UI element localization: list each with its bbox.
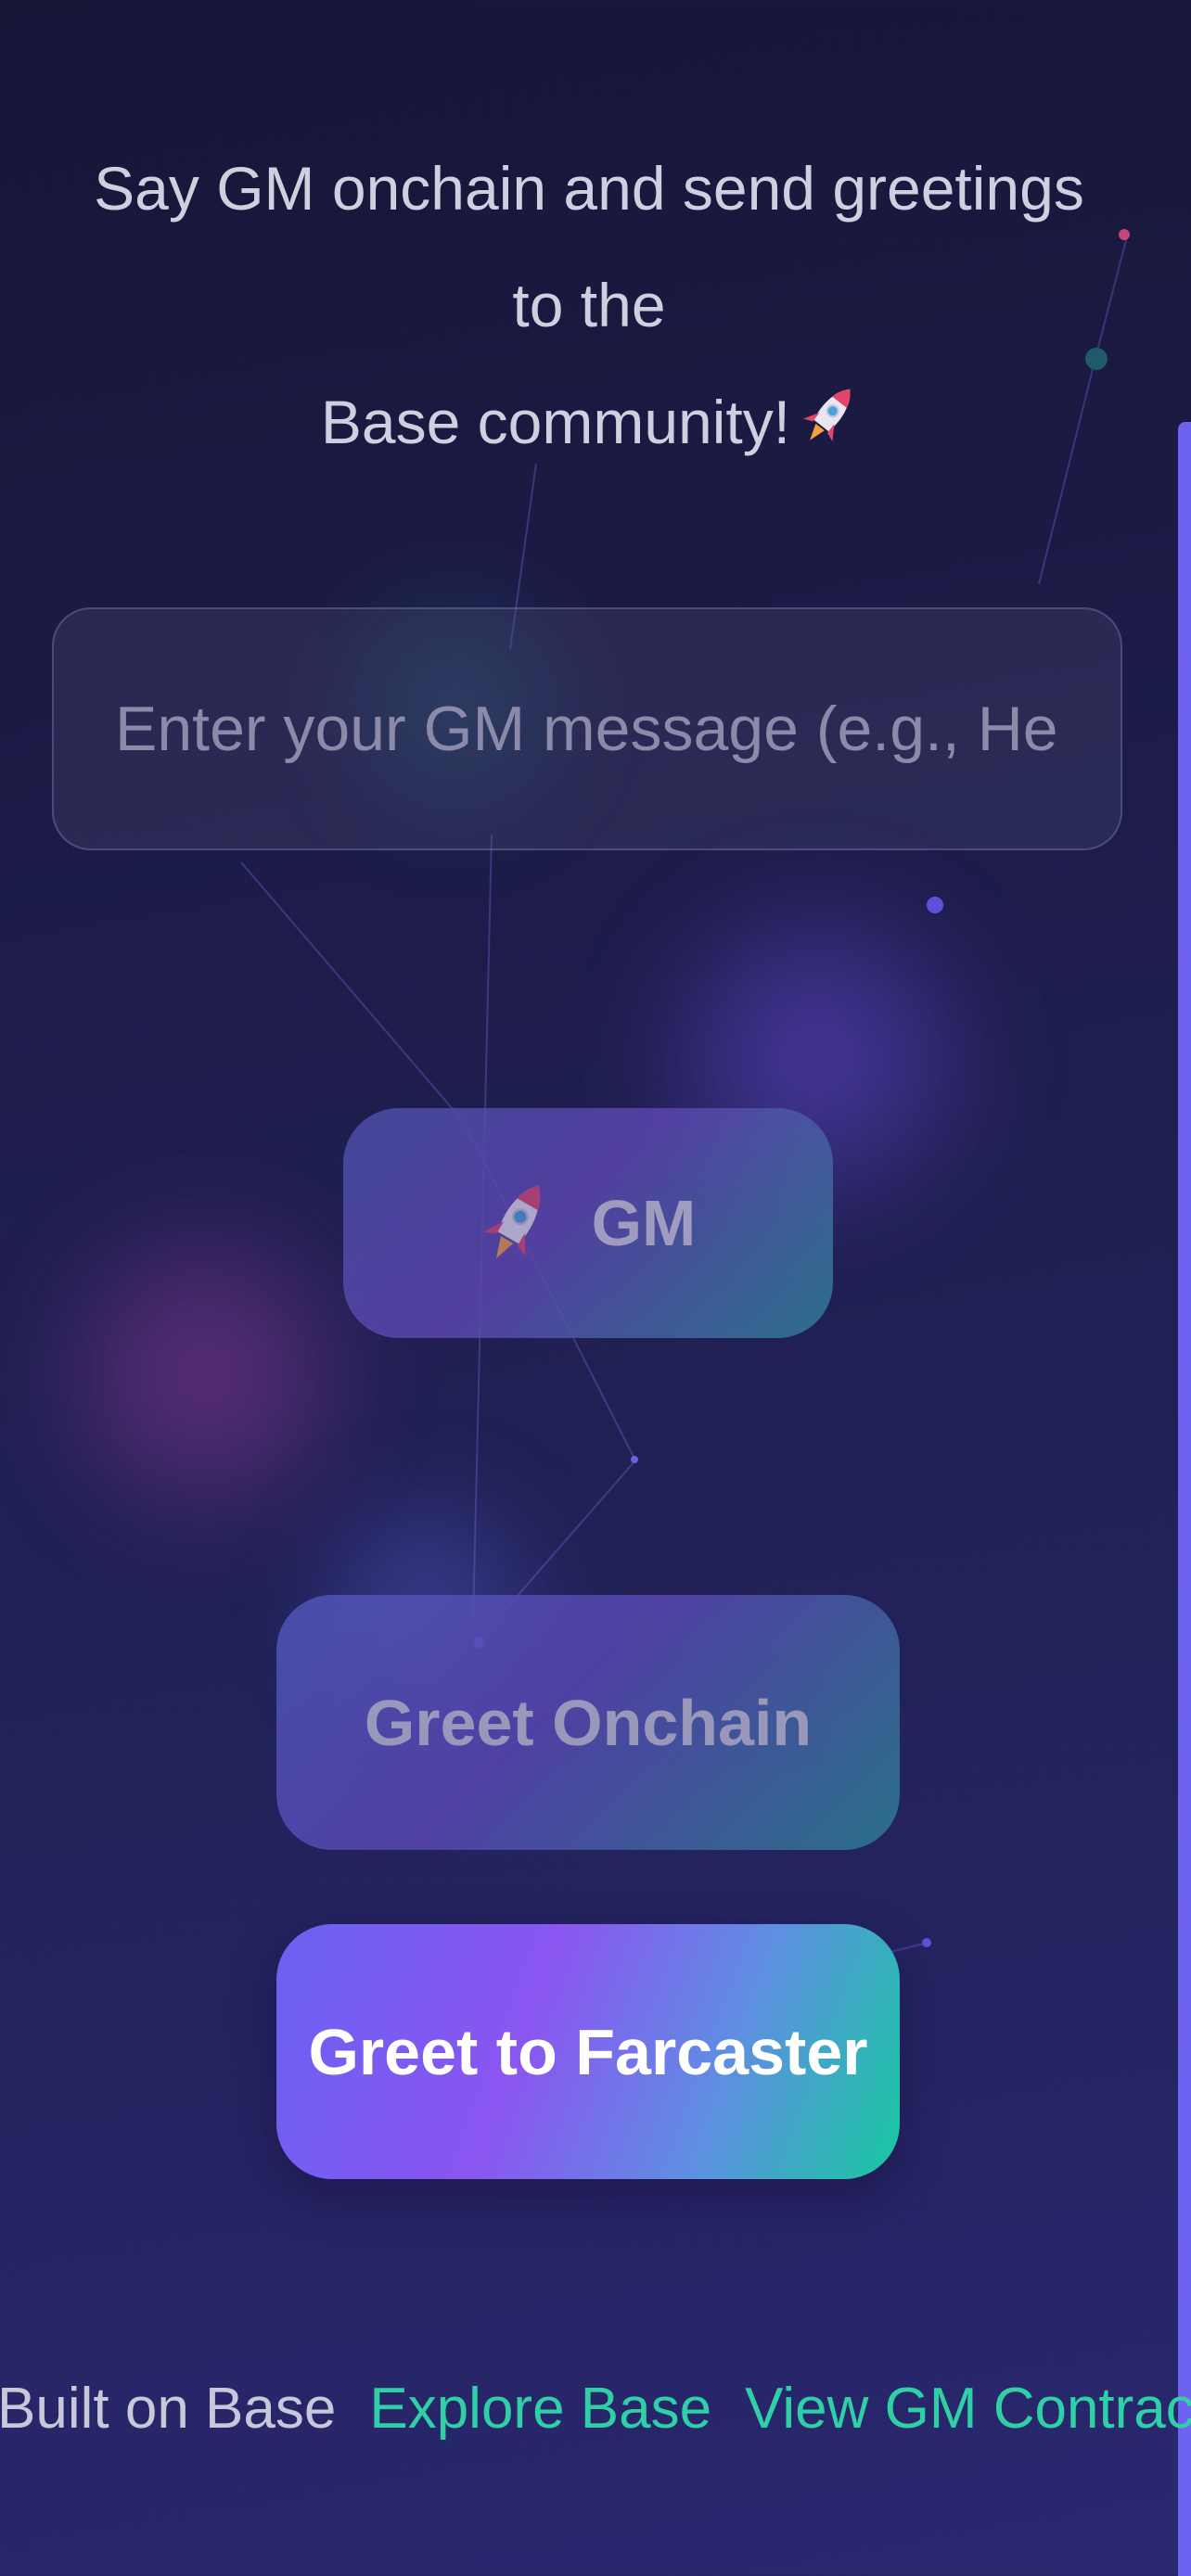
gm-button[interactable]: GM (343, 1108, 833, 1338)
built-on-base-text: Built on Base (0, 2376, 337, 2441)
tagline-line-1: Say GM onchain and send greetings to the (94, 154, 1084, 339)
greet-onchain-button[interactable]: Greet Onchain (276, 1595, 900, 1850)
tagline-text: Base community! (320, 388, 791, 456)
gm-message-input[interactable] (113, 692, 1061, 766)
tagline: Say GM onchain and send greetings to the… (65, 130, 1113, 480)
greet-farcaster-label: Greet to Farcaster (308, 2015, 868, 2088)
background-dot (927, 897, 943, 913)
tagline-line-2: Base community! (65, 363, 1113, 480)
background-dot (922, 1938, 931, 1947)
greet-farcaster-button[interactable]: Greet to Farcaster (276, 1924, 900, 2179)
footer: Built on Base Explore Base View GM Contr… (0, 2369, 1191, 2447)
rocket-icon (803, 389, 851, 442)
background-dot (1119, 229, 1130, 240)
rocket-icon (483, 1185, 540, 1259)
gm-button-label: GM (591, 1187, 697, 1259)
greet-onchain-label: Greet Onchain (364, 1686, 813, 1759)
explore-base-link[interactable]: Explore Base (369, 2376, 711, 2442)
side-panel-edge (1178, 422, 1191, 2576)
background-dot (631, 1456, 638, 1463)
gm-message-field[interactable] (52, 607, 1122, 850)
view-gm-contract-link[interactable]: View GM Contract (745, 2376, 1191, 2442)
background-glow (37, 1159, 371, 1586)
